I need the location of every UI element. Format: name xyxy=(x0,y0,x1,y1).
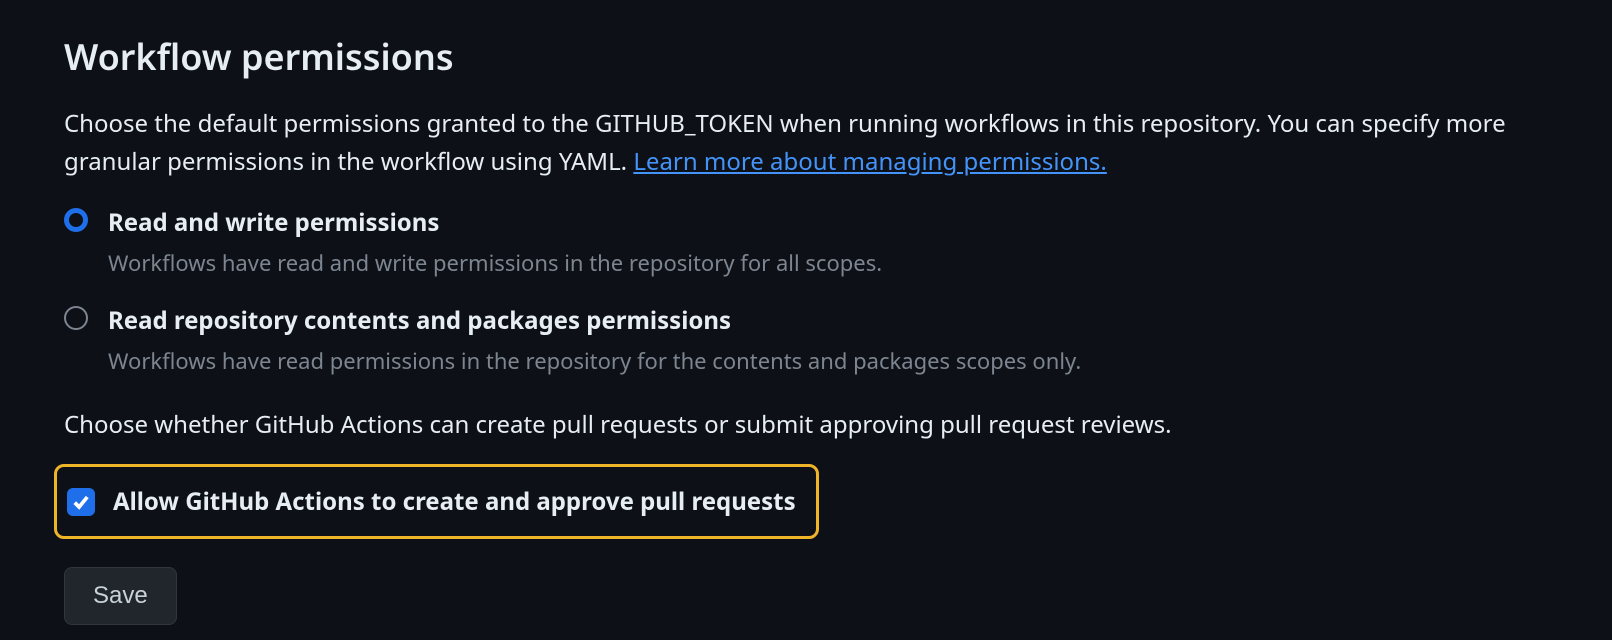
checkmark-icon xyxy=(71,492,91,512)
checkbox-icon[interactable] xyxy=(67,488,95,516)
section-title: Workflow permissions xyxy=(64,32,1548,81)
radio-content: Read repository contents and packages pe… xyxy=(108,304,1548,378)
checkbox-subtext: Choose whether GitHub Actions can create… xyxy=(64,406,1548,444)
radio-description: Workflows have read and write permission… xyxy=(108,247,1548,280)
radio-button-icon[interactable] xyxy=(64,208,88,232)
section-description: Choose the default permissions granted t… xyxy=(64,105,1548,182)
radio-group: Read and write permissions Workflows hav… xyxy=(64,206,1548,378)
radio-option-read-write[interactable]: Read and write permissions Workflows hav… xyxy=(64,206,1548,280)
save-button[interactable]: Save xyxy=(64,567,177,625)
radio-label[interactable]: Read repository contents and packages pe… xyxy=(108,304,1548,337)
learn-more-link[interactable]: Learn more about managing permissions. xyxy=(633,145,1107,178)
radio-button-icon[interactable] xyxy=(64,306,88,330)
radio-option-read-only[interactable]: Read repository contents and packages pe… xyxy=(64,304,1548,378)
checkbox-label[interactable]: Allow GitHub Actions to create and appro… xyxy=(113,485,796,518)
checkbox-option-allow-pr[interactable]: Allow GitHub Actions to create and appro… xyxy=(54,464,819,539)
radio-description: Workflows have read permissions in the r… xyxy=(108,345,1548,378)
radio-content: Read and write permissions Workflows hav… xyxy=(108,206,1548,280)
radio-label[interactable]: Read and write permissions xyxy=(108,206,1548,239)
